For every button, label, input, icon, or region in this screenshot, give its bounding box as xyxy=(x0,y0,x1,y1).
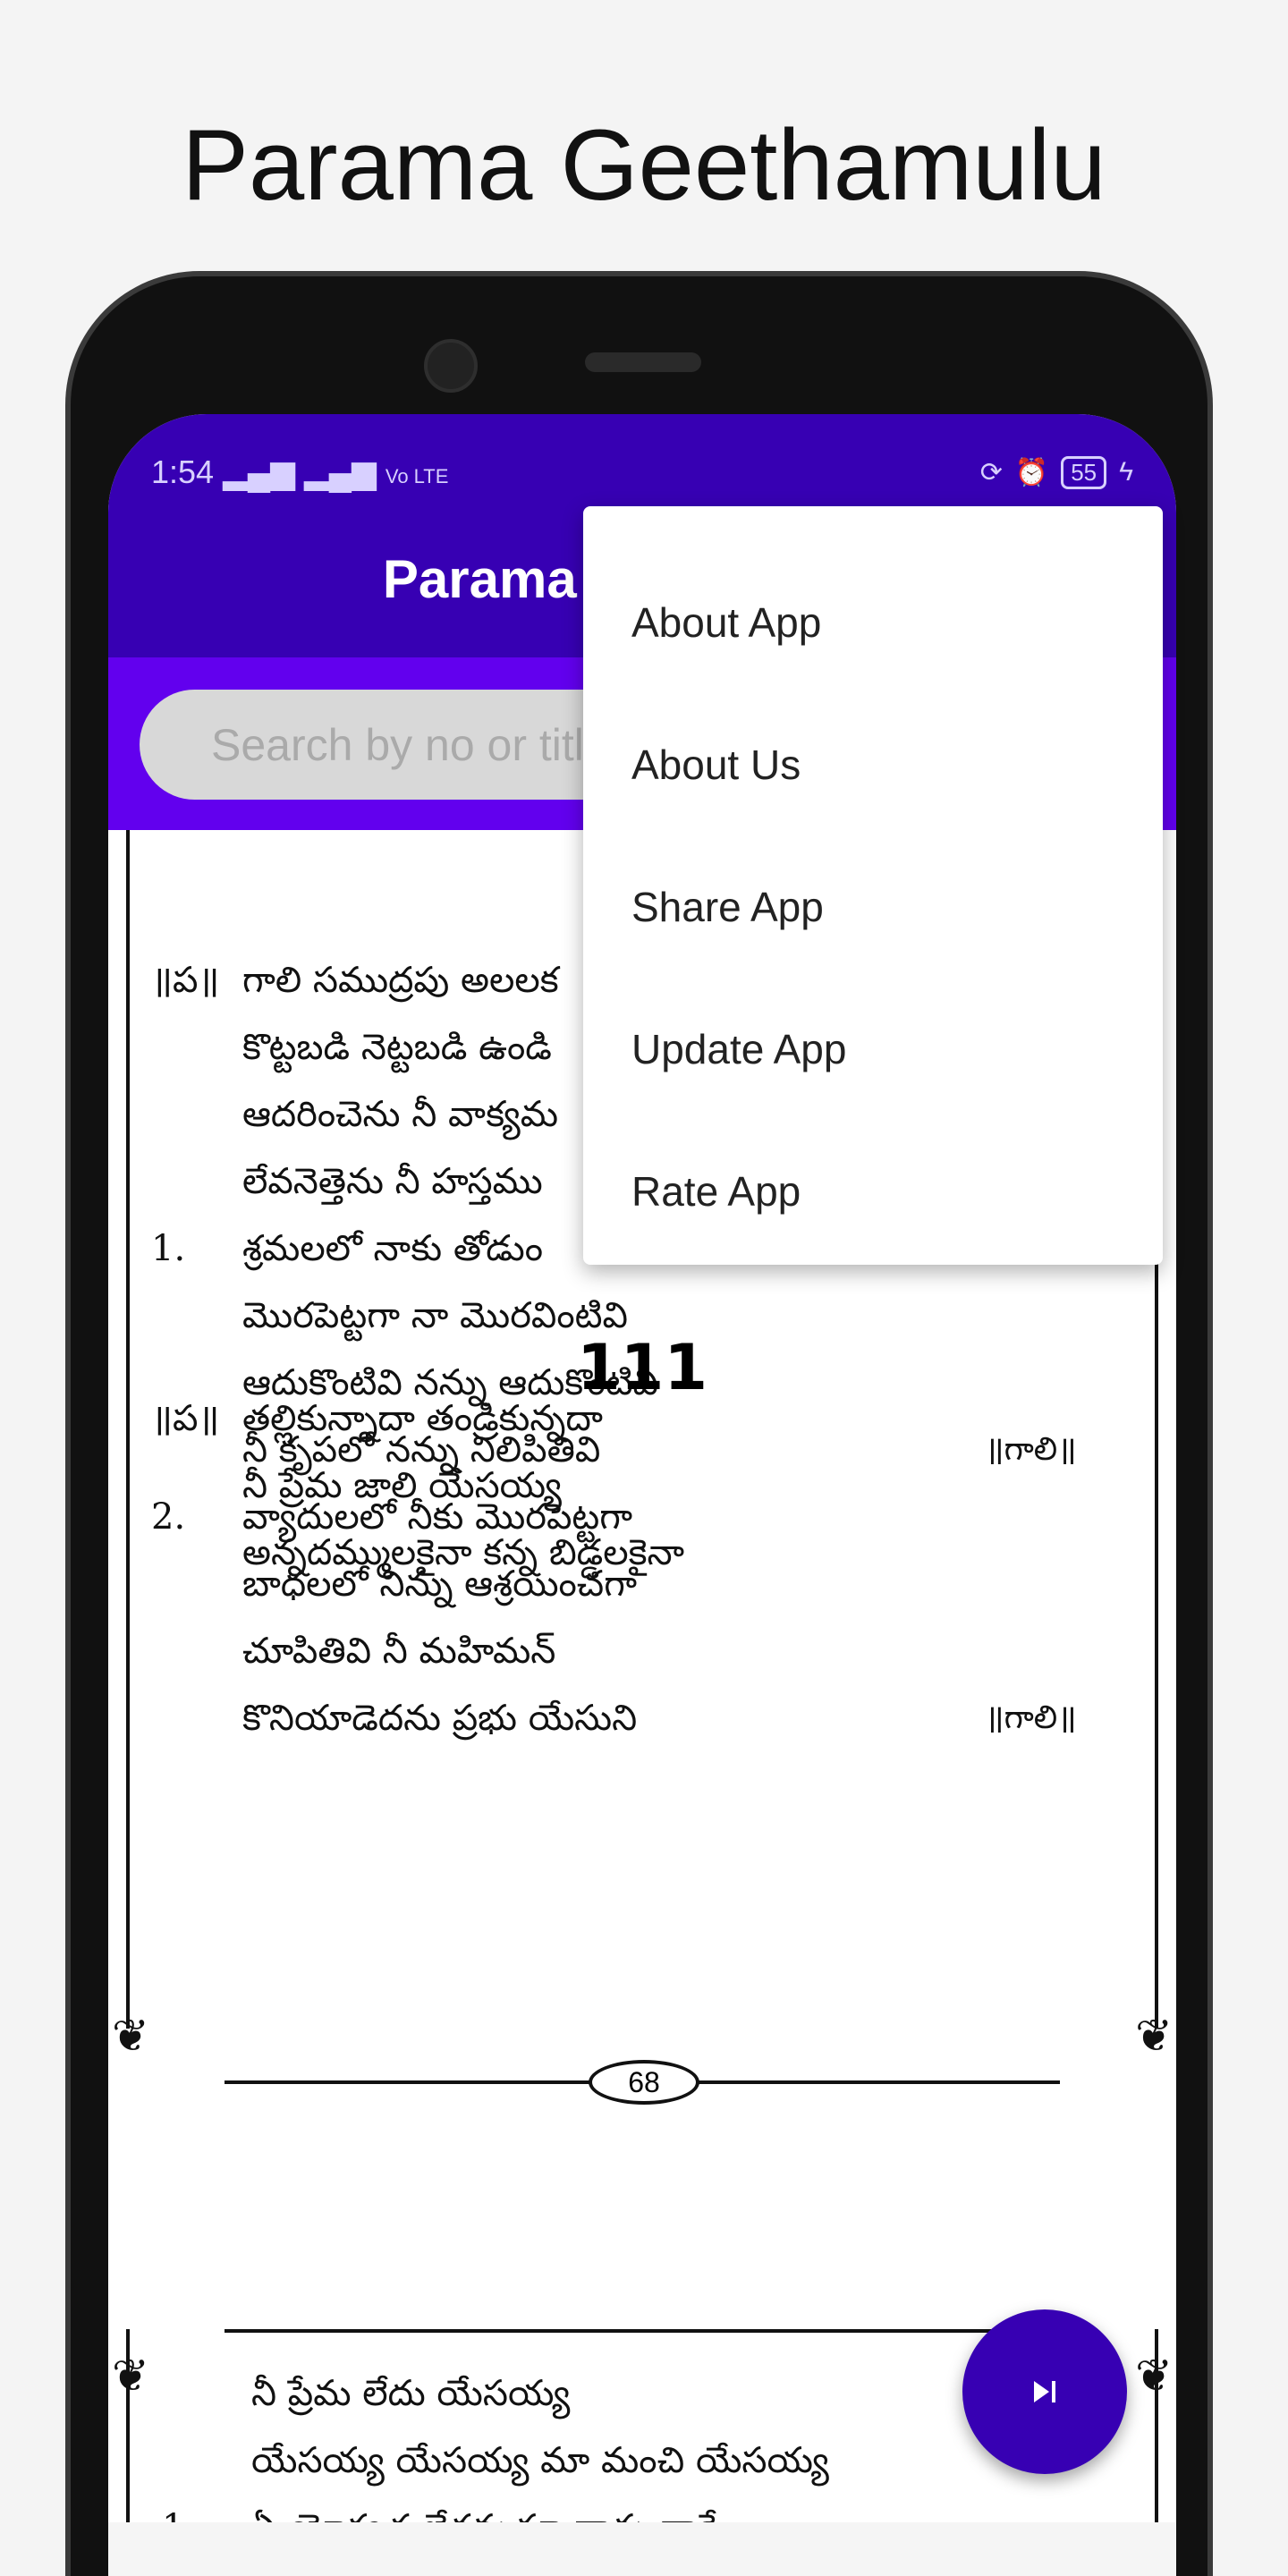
verse-label: ॥ప॥ xyxy=(151,960,220,1001)
menu-item-update-app[interactable]: Update App xyxy=(583,978,1163,1120)
menu-item-about-us[interactable]: About Us xyxy=(583,693,1163,835)
page-number: 68 xyxy=(589,2060,699,2105)
page-border-left xyxy=(126,830,130,2029)
ornament-icon: ❦ xyxy=(112,2351,149,2401)
refrain-marker: ॥గాలి॥ xyxy=(985,1699,1077,1736)
camera-icon xyxy=(424,339,478,393)
skip-next-icon xyxy=(1034,2381,1055,2402)
overflow-menu: About App About Us Share App Update App Rate… xyxy=(583,506,1163,1265)
navigation-bar xyxy=(108,2522,1176,2576)
lyric-line: తల్లికున్నాదా తండ్రికున్నదా xyxy=(242,1398,603,1439)
rotation-lock-icon: ⟳ xyxy=(979,457,1003,487)
refrain-marker: ॥గాలి॥ xyxy=(985,1431,1077,1468)
lyric-line: నీ ప్రేమ లేదు యేసయ్య xyxy=(251,2373,571,2414)
lyric-line: కొనియాడెదను ప్రభు యేసుని xyxy=(242,1698,638,1739)
ornament-icon: ❦ xyxy=(112,2011,149,2061)
battery-level: 55 xyxy=(1061,455,1107,489)
ornament-icon: ❦ xyxy=(1135,2011,1173,2061)
status-bar: 1:54 ▂▄▆ ▂▄▆ Vo LTE ⟳ ⏰ 55 ϟ xyxy=(151,450,1133,495)
alarm-icon: ⏰ xyxy=(1014,457,1049,487)
charging-icon: ϟ xyxy=(1119,457,1133,487)
menu-item-share-app[interactable]: Share App xyxy=(583,835,1163,978)
lyric-line: అన్నదమ్ములకైనా కన్న బిడ్డలకైనా xyxy=(242,1532,685,1573)
speaker-grille xyxy=(585,352,701,372)
lyric-line: కొట్టబడి నెట్టబడి ఉండి xyxy=(242,1027,552,1068)
song-number: 111 xyxy=(576,1331,708,1404)
signal-icon: ▂▄▆ ▂▄▆ xyxy=(223,453,377,490)
verse-label: ॥ప॥ xyxy=(151,1398,220,1439)
lyric-line: గాలి సముద్రపు అలలక xyxy=(242,960,559,1001)
verse-label: 1. xyxy=(151,1228,186,1269)
lyric-line: లేవనెత్తెను నీ హస్తము xyxy=(242,1161,543,1202)
network-type: Vo LTE xyxy=(385,465,449,487)
lyric-line: నీ ప్రేమ జాలి యేసయ్య xyxy=(242,1465,562,1506)
next-song-button[interactable] xyxy=(962,2309,1127,2474)
status-time: 1:54 xyxy=(151,453,215,490)
menu-item-rate-app[interactable]: Rate App xyxy=(583,1120,1163,1262)
verse-label: 2. xyxy=(151,1496,186,1538)
promo-title: Parama Geethamulu xyxy=(182,109,1106,221)
page-top-border xyxy=(225,2329,1060,2333)
menu-item-about-app[interactable]: About App xyxy=(583,551,1163,693)
lyric-line: యేసయ్య యేసయ్య మా మంచి యేసయ్య xyxy=(251,2440,829,2481)
lyric-line: చూపితివి నీ మహిమన్ xyxy=(242,1631,556,1672)
lyric-line: ఆదరించెను నీ వాక్యమ xyxy=(242,1094,559,1135)
lyric-line: శ్రమలలో నాకు తోడుం xyxy=(242,1228,543,1269)
